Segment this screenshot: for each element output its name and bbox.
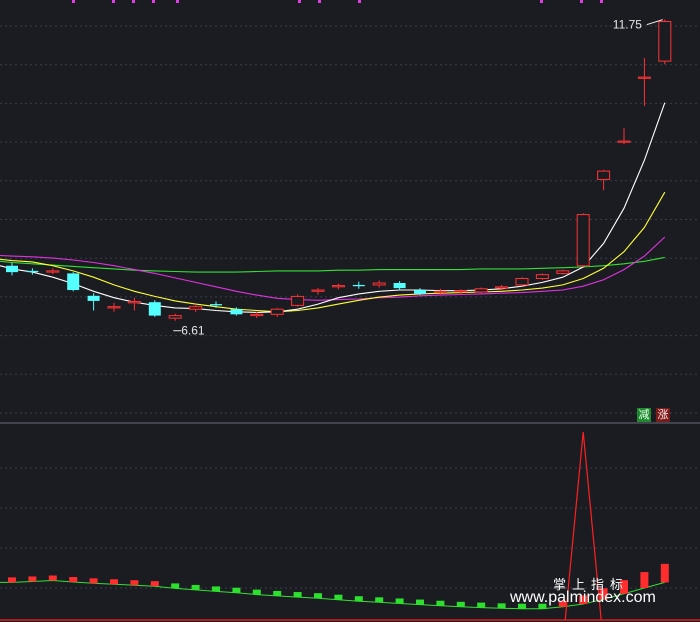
candle-body-up	[474, 288, 488, 293]
indicator-bar	[354, 596, 363, 602]
candle-body-up	[597, 170, 611, 180]
candle-body-up	[576, 214, 590, 267]
indicator-bar	[640, 572, 649, 589]
indicator-bar	[314, 593, 322, 599]
legend-down-badge: 减	[637, 408, 651, 422]
indicator-bar	[171, 583, 180, 589]
indicator-bar	[232, 587, 241, 593]
indicator-bar	[48, 575, 57, 581]
signal-dot	[600, 0, 603, 3]
indicator-bar	[130, 580, 139, 586]
candle-body-down	[230, 309, 243, 315]
candle-body-up	[495, 286, 509, 289]
indicator-bar	[436, 600, 445, 606]
signal-dot	[176, 0, 179, 3]
legend-up-badge: 涨	[656, 408, 670, 422]
indicator-bar	[395, 598, 404, 604]
low-price-label: 6.61	[181, 324, 205, 338]
signal-dot	[112, 0, 115, 3]
moving-average-lines	[0, 102, 666, 313]
candle-body-up	[535, 274, 549, 280]
candle-body-down	[210, 304, 222, 306]
indicator-bar	[89, 578, 98, 584]
candle-body-up	[168, 315, 182, 319]
grid-lines	[0, 25, 700, 589]
candle-body-down	[414, 290, 426, 294]
candle-body-up	[433, 290, 447, 294]
candle-body-up	[189, 306, 203, 310]
indicator-bar	[293, 592, 302, 598]
ma-magenta-line	[0, 236, 666, 301]
candle-body-up	[270, 308, 284, 315]
signal-dot	[298, 0, 301, 3]
candle-body-up	[127, 301, 141, 304]
indicator-bar	[660, 563, 669, 583]
ma-white-line	[0, 102, 666, 313]
indicator-bar	[28, 576, 37, 582]
signal-dot	[580, 0, 583, 3]
stock-chart: 11.75 6.61	[0, 0, 700, 621]
indicator-bar	[191, 584, 200, 590]
candle-body-down	[352, 284, 365, 287]
candle-body-up	[46, 270, 60, 273]
candle-body-up	[658, 21, 672, 62]
candle-body-up	[107, 306, 121, 309]
candle-body-down	[148, 302, 161, 316]
candle-body-up	[454, 290, 468, 293]
candle-body-up	[331, 285, 345, 288]
candle-body-up	[291, 295, 305, 306]
signal-dot	[358, 0, 361, 3]
signal-dots	[72, 0, 603, 3]
indicator-bar	[334, 594, 343, 600]
indicator-bar	[252, 589, 261, 595]
candle-body-up	[617, 140, 631, 143]
indicator-bar	[416, 599, 424, 605]
ma-yellow-line	[0, 191, 666, 313]
signal-dot	[318, 0, 321, 3]
candle-body-down	[87, 295, 100, 301]
high-price-label: 11.75	[613, 18, 642, 32]
indicator-bar	[150, 581, 159, 587]
candle-body-down	[67, 273, 80, 291]
indicator-bar	[8, 577, 16, 583]
ma-green-line	[0, 256, 665, 273]
indicator-bar	[497, 603, 506, 609]
candle-body-up	[372, 282, 386, 286]
candle-body-down	[393, 283, 406, 289]
candle-body-up	[515, 278, 529, 286]
indicator-bar	[477, 602, 486, 608]
candle-body-up	[250, 313, 264, 317]
candle-body-up	[637, 76, 651, 79]
signal-dot	[72, 0, 75, 3]
indicator-bar	[69, 577, 78, 583]
candle-body-up	[556, 270, 570, 274]
watermark-url: www.palmindex.com	[510, 589, 656, 606]
indicator-bar	[375, 597, 384, 603]
indicator-bar	[456, 601, 465, 607]
candle-body-up	[311, 289, 325, 292]
candle-body-down	[26, 270, 39, 273]
signal-dot	[152, 0, 155, 3]
indicator-bar	[273, 590, 282, 596]
indicator-bar	[110, 579, 118, 585]
candle-body-down	[6, 265, 18, 273]
indicator-bar	[212, 586, 220, 592]
signal-dot	[540, 0, 543, 3]
signal-dot	[132, 0, 135, 3]
